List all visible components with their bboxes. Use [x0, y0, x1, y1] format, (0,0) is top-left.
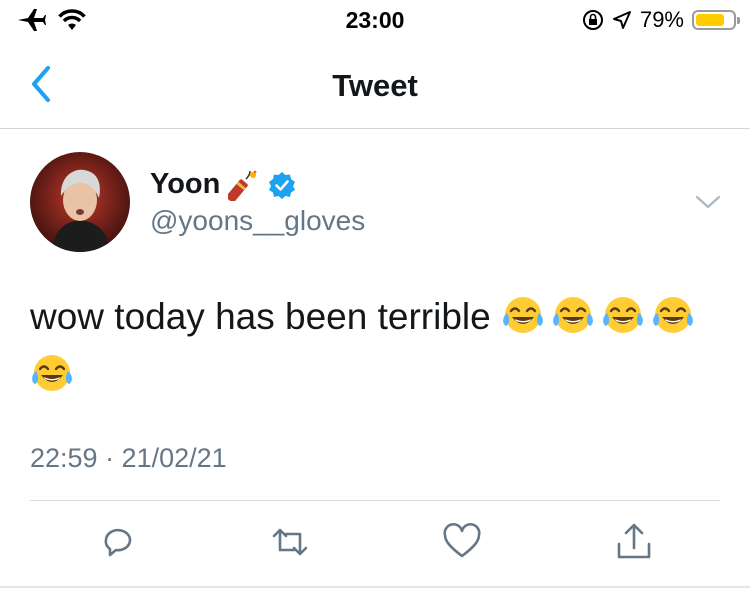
share-icon	[612, 520, 656, 564]
nav-bar: Tweet	[0, 48, 750, 129]
author-handle[interactable]: @yoons__gloves	[150, 205, 365, 237]
bottom-separator	[0, 586, 750, 588]
tears-of-joy-emoji	[501, 293, 545, 337]
tweet-text: wow today has been terrible	[30, 296, 491, 337]
more-options-button[interactable]	[693, 190, 723, 214]
firecracker-emoji	[228, 169, 260, 201]
like-button[interactable]	[440, 520, 484, 564]
share-button[interactable]	[612, 520, 656, 564]
tears-of-joy-emoji	[651, 293, 695, 337]
retweet-icon	[268, 520, 312, 564]
verified-badge-icon	[268, 171, 296, 199]
author-name: Yoon	[150, 168, 221, 200]
status-right: 79%	[582, 7, 740, 33]
reply-button[interactable]	[96, 520, 140, 564]
tears-of-joy-emoji	[30, 351, 74, 395]
tears-of-joy-emoji	[551, 293, 595, 337]
author-name-row[interactable]: Yoon	[150, 168, 296, 201]
battery-icon	[692, 10, 740, 30]
battery-percent: 79%	[639, 7, 684, 32]
chevron-down-icon	[693, 190, 723, 214]
retweet-button[interactable]	[268, 520, 312, 564]
tweet-timestamp: 22:59 · 21/02/21	[30, 443, 227, 473]
battery-cap	[737, 17, 740, 24]
avatar[interactable]	[30, 152, 130, 252]
page-title: Tweet	[332, 68, 418, 103]
heart-icon	[440, 520, 484, 564]
tears-of-joy-emoji	[601, 293, 645, 337]
reply-icon	[96, 520, 140, 564]
orientation-lock-icon	[582, 9, 604, 31]
battery-level	[696, 14, 724, 26]
tweet-text-block: wow today has been terrible	[30, 288, 720, 404]
status-bar: 23:00 79%	[0, 0, 750, 40]
location-icon	[612, 10, 632, 30]
divider	[30, 500, 720, 501]
